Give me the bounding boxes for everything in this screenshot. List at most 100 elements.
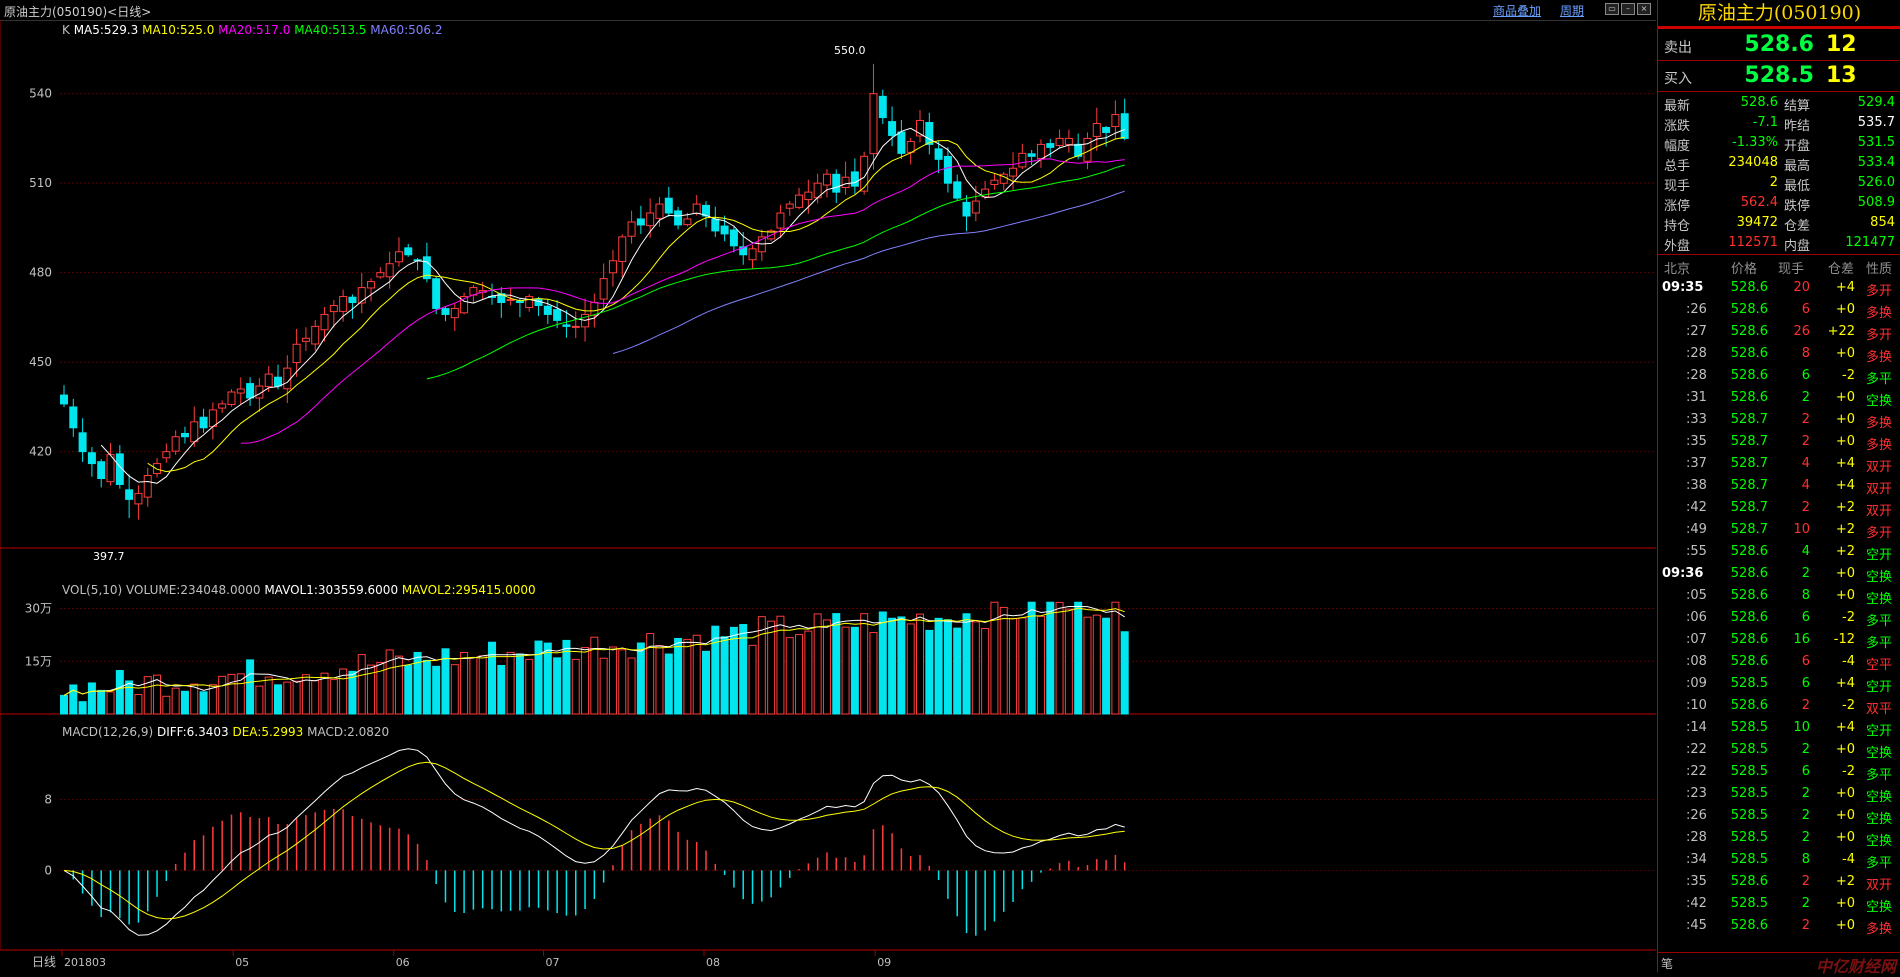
tick-price: 528.6 [1730, 632, 1768, 647]
tick-row[interactable]: 09:36 528.6 2 +0 空换 [1658, 563, 1900, 585]
tick-row[interactable]: :22 528.5 6 -2 多平 [1658, 761, 1900, 783]
tick-row[interactable]: :26 528.6 6 +0 多换 [1658, 299, 1900, 321]
candle-body [683, 218, 692, 226]
volume-bar [543, 642, 552, 715]
tick-row[interactable]: :38 528.7 4 +4 双开 [1658, 475, 1900, 497]
tick-nature: 多平 [1866, 768, 1893, 783]
candle-body [227, 391, 236, 406]
tick-row[interactable]: :08 528.6 6 -4 空平 [1658, 651, 1900, 673]
tick-nature: 双开 [1866, 504, 1893, 519]
tick-nature: 多开 [1866, 526, 1893, 541]
candle-body [1064, 137, 1073, 145]
quote-label: 跌停 [1784, 199, 1811, 214]
macd-histogram [63, 748, 1126, 936]
candle-body [897, 131, 906, 154]
candle-body [367, 281, 376, 289]
quote-label: 涨跌 [1664, 119, 1691, 134]
candle-body [711, 218, 720, 232]
tick-tab[interactable]: 笔 [1661, 955, 1673, 972]
quote-label: 最低 [1784, 179, 1811, 194]
volume-bar [1027, 601, 1036, 715]
volume-bar [199, 691, 208, 715]
minimize-icon[interactable]: – [1621, 3, 1635, 15]
restore-icon[interactable]: ▭ [1605, 3, 1619, 15]
tick-time: :26 [1686, 808, 1707, 823]
tick-price: 528.7 [1730, 478, 1768, 493]
overlay-link[interactable]: 商品叠加 [1493, 2, 1541, 19]
volume-bar [515, 653, 524, 715]
tick-row[interactable]: :42 528.7 2 +2 双开 [1658, 497, 1900, 519]
candle-body [1027, 153, 1036, 157]
tick-nature: 双平 [1866, 702, 1893, 717]
tick-volume: 6 [1801, 654, 1810, 669]
kline-chart[interactable]: 540 510 480 450 420 30万 15万 8 0 日线 201803 05 06 07 08 0… [0, 20, 1656, 972]
tick-price: 528.6 [1730, 874, 1768, 889]
tick-row[interactable]: :07 528.6 16 -12 多平 [1658, 629, 1900, 651]
tick-row[interactable]: :14 528.5 10 +4 空开 [1658, 717, 1900, 739]
period-link[interactable]: 周期 [1560, 2, 1584, 19]
tick-price: 528.6 [1730, 610, 1768, 625]
tick-diff: +0 [1835, 830, 1855, 845]
tick-time: :26 [1686, 302, 1707, 317]
tick-row[interactable]: :26 528.5 2 +0 空换 [1658, 805, 1900, 827]
volume-bar [534, 640, 543, 715]
tick-row[interactable]: 09:35 528.6 20 +4 多开 [1658, 277, 1900, 299]
quote-row: 涨停 562.4 跌停 508.9 [1658, 193, 1900, 214]
volume-bar [227, 673, 236, 715]
tick-row[interactable]: :10 528.6 2 -2 双平 [1658, 695, 1900, 717]
tick-diff: +4 [1835, 478, 1855, 493]
tick-row[interactable]: :09 528.5 6 +4 空开 [1658, 673, 1900, 695]
tick-row[interactable]: :05 528.6 8 +0 空换 [1658, 585, 1900, 607]
tick-row[interactable]: :55 528.6 4 +2 空开 [1658, 541, 1900, 563]
candle-body [962, 201, 971, 217]
close-icon[interactable]: × [1637, 3, 1651, 15]
tick-diff: -12 [1833, 632, 1855, 647]
tick-nature: 空开 [1866, 680, 1893, 695]
tick-diff: -2 [1842, 698, 1855, 713]
tick-row[interactable]: :35 528.7 2 +0 多换 [1658, 431, 1900, 453]
tick-time: :07 [1686, 632, 1707, 647]
tick-price: 528.5 [1730, 808, 1768, 823]
tick-header-diff: 仓差 [1828, 262, 1855, 277]
volume-bar [869, 632, 878, 715]
tick-nature: 多平 [1866, 636, 1893, 651]
tick-row[interactable]: :27 528.6 26 +22 多开 [1658, 321, 1900, 343]
tick-time: :31 [1686, 390, 1707, 405]
tick-row[interactable]: :06 528.6 6 -2 多平 [1658, 607, 1900, 629]
candle-body [692, 203, 701, 214]
tick-row[interactable]: :33 528.7 2 +0 多换 [1658, 409, 1900, 431]
tick-row[interactable]: :42 528.5 2 +0 空换 [1658, 893, 1900, 915]
tick-volume: 2 [1801, 500, 1810, 515]
tick-row[interactable]: :22 528.5 2 +0 空换 [1658, 739, 1900, 761]
tick-diff: +2 [1835, 522, 1855, 537]
tick-volume: 6 [1801, 610, 1810, 625]
quote-label: 昨结 [1784, 119, 1811, 134]
legend-item: MA40:513.5 [294, 23, 370, 37]
ma5-line [100, 127, 1125, 484]
tick-row[interactable]: :35 528.6 2 +2 双开 [1658, 871, 1900, 893]
tick-volume: 6 [1801, 368, 1810, 383]
tick-row[interactable]: :49 528.7 10 +2 多开 [1658, 519, 1900, 541]
volume-bar [171, 687, 180, 715]
tick-time: :55 [1686, 544, 1707, 559]
tick-row[interactable]: :23 528.5 2 +0 空换 [1658, 783, 1900, 805]
candle-body [943, 155, 952, 184]
price-tick-label: 510 [29, 176, 52, 190]
tick-row[interactable]: :37 528.7 4 +4 双开 [1658, 453, 1900, 475]
tick-row[interactable]: :28 528.5 2 +0 空换 [1658, 827, 1900, 849]
tick-row[interactable]: :31 528.6 2 +0 空换 [1658, 387, 1900, 409]
tick-row[interactable]: :28 528.6 6 -2 多平 [1658, 365, 1900, 387]
tick-row[interactable]: :34 528.5 8 -4 多平 [1658, 849, 1900, 871]
tick-row[interactable]: :45 528.6 2 +0 多换 [1658, 915, 1900, 937]
candle-body [60, 394, 68, 405]
candle-body [1111, 114, 1120, 128]
legend-item: MACD(12,26,9) [62, 725, 157, 739]
macd-tick-label: 0 [44, 863, 52, 877]
tick-price: 528.6 [1730, 544, 1768, 559]
volume-bar [162, 695, 171, 715]
volume-bar [702, 650, 710, 715]
volume-bar [506, 651, 515, 715]
tick-row[interactable]: :28 528.6 8 +0 多换 [1658, 343, 1900, 365]
candle-body [720, 225, 729, 235]
volume-bar [636, 642, 645, 715]
